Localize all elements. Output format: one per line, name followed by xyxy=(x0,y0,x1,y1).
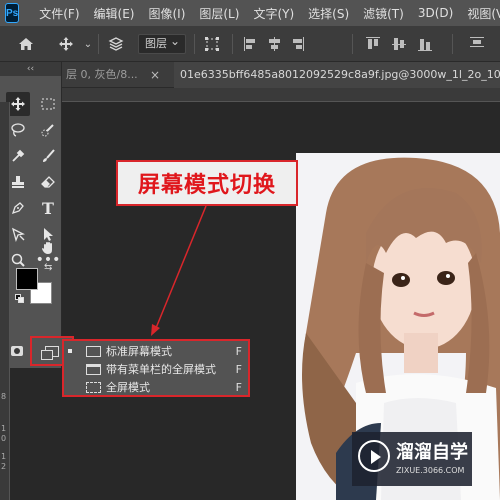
callout-text: 屏幕模式切换 xyxy=(137,172,276,198)
watermark-title: 溜溜自学 xyxy=(396,442,468,463)
play-logo-icon xyxy=(358,440,390,472)
watermark: 溜溜自学 ZIXUE.3066.COM xyxy=(352,432,472,486)
annotation-arrow xyxy=(151,205,207,336)
annotation-callout: 屏幕模式切换 xyxy=(116,160,298,206)
watermark-url: ZIXUE.3066.COM xyxy=(396,466,465,475)
